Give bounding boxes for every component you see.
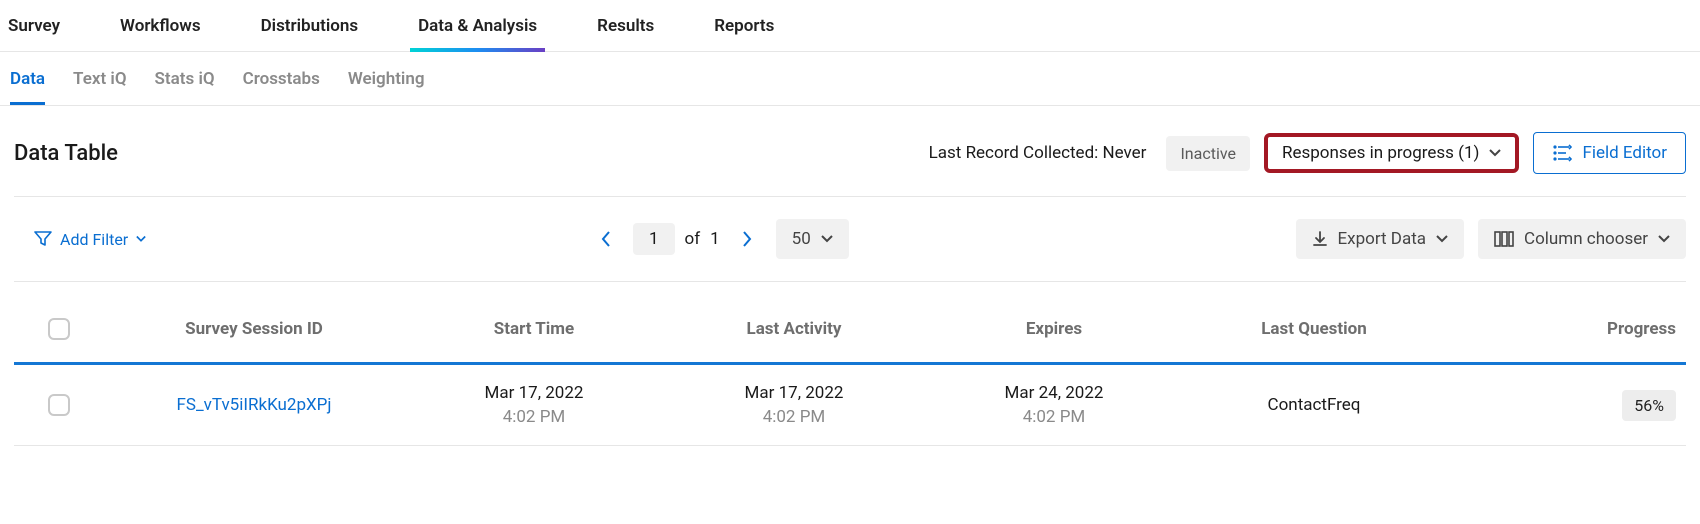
page-current-input[interactable]: 1 — [633, 223, 675, 255]
chevron-down-icon — [136, 234, 146, 244]
chevron-down-icon — [1436, 233, 1448, 245]
responses-label: Responses in progress (1) — [1282, 143, 1479, 163]
topnav-item-distributions[interactable]: Distributions — [261, 0, 359, 51]
subnav-item-text-iq[interactable]: Text iQ — [73, 52, 127, 105]
row-checkbox[interactable] — [48, 394, 70, 416]
session-id-link[interactable]: FS_vTv5iIRkKu2pXPj — [104, 395, 404, 415]
chevron-down-icon — [821, 233, 833, 245]
expires-date: Mar 24, 2022 — [924, 383, 1184, 403]
status-badge-inactive: Inactive — [1166, 136, 1250, 171]
start-time-cell: Mar 17, 2022 4:02 PM — [404, 383, 664, 427]
pager-display: 1 of 1 — [633, 223, 720, 255]
subnav-item-weighting[interactable]: Weighting — [348, 52, 425, 105]
last-activity-cell: Mar 17, 2022 4:02 PM — [664, 383, 924, 427]
topnav-item-data-analysis[interactable]: Data & Analysis — [418, 0, 537, 51]
chevron-down-icon — [1489, 147, 1501, 159]
field-editor-label: Field Editor — [1582, 143, 1667, 163]
pager-next-button[interactable] — [734, 224, 760, 254]
page-title: Data Table — [14, 141, 915, 166]
column-header-expires[interactable]: Expires — [924, 319, 1184, 339]
page-total: 1 — [710, 229, 720, 249]
subnav-item-data[interactable]: Data — [10, 52, 45, 105]
select-all-checkbox[interactable] — [48, 318, 70, 340]
topnav-item-reports[interactable]: Reports — [714, 0, 774, 51]
download-icon — [1312, 231, 1328, 247]
progress-cell: 56% — [1444, 390, 1686, 421]
column-header-last-activity[interactable]: Last Activity — [664, 319, 924, 339]
page-size-dropdown[interactable]: 50 — [776, 219, 849, 259]
last-question-cell: ContactFreq — [1184, 395, 1444, 415]
start-hour: 4:02 PM — [404, 407, 664, 427]
last-record-collected: Last Record Collected: Never — [929, 143, 1147, 163]
add-filter-label: Add Filter — [60, 230, 128, 249]
header-row: Data Table Last Record Collected: Never … — [0, 106, 1700, 196]
column-header-last-question[interactable]: Last Question — [1184, 319, 1444, 339]
last-record-value: Never — [1103, 143, 1147, 163]
column-header-start-time[interactable]: Start Time — [404, 319, 664, 339]
table-row: FS_vTv5iIRkKu2pXPj Mar 17, 2022 4:02 PM … — [14, 365, 1686, 446]
export-data-dropdown[interactable]: Export Data — [1296, 219, 1465, 259]
top-nav: Survey Workflows Distributions Data & An… — [0, 0, 1700, 52]
column-chooser-dropdown[interactable]: Column chooser — [1478, 219, 1686, 259]
field-editor-button[interactable]: Field Editor — [1533, 132, 1686, 174]
start-date: Mar 17, 2022 — [404, 383, 664, 403]
data-table: Survey Session ID Start Time Last Activi… — [14, 282, 1686, 446]
funnel-icon — [34, 230, 52, 248]
toolbar: Add Filter 1 of 1 50 Export Data Column … — [0, 197, 1700, 281]
page-size-value: 50 — [792, 229, 811, 249]
field-editor-icon — [1552, 144, 1572, 162]
topnav-item-results[interactable]: Results — [597, 0, 654, 51]
chevron-down-icon — [1658, 233, 1670, 245]
columns-icon — [1494, 231, 1514, 247]
subnav-item-crosstabs[interactable]: Crosstabs — [243, 52, 320, 105]
export-data-label: Export Data — [1338, 229, 1427, 249]
column-header-progress[interactable]: Progress — [1444, 319, 1686, 339]
topnav-item-survey[interactable]: Survey — [8, 0, 60, 51]
pager: 1 of 1 — [593, 223, 760, 255]
progress-badge: 56% — [1622, 390, 1676, 421]
add-filter-button[interactable]: Add Filter — [34, 230, 146, 249]
expires-hour: 4:02 PM — [924, 407, 1184, 427]
table-header: Survey Session ID Start Time Last Activi… — [14, 282, 1686, 365]
last-activity-date: Mar 17, 2022 — [664, 383, 924, 403]
column-header-session-id[interactable]: Survey Session ID — [104, 319, 404, 339]
last-activity-hour: 4:02 PM — [664, 407, 924, 427]
topnav-item-workflows[interactable]: Workflows — [120, 0, 201, 51]
pager-prev-button[interactable] — [593, 224, 619, 254]
expires-cell: Mar 24, 2022 4:02 PM — [924, 383, 1184, 427]
last-record-label: Last Record Collected: — [929, 143, 1099, 163]
page-of-label: of — [685, 229, 701, 249]
responses-in-progress-dropdown[interactable]: Responses in progress (1) — [1264, 133, 1519, 173]
sub-nav: Data Text iQ Stats iQ Crosstabs Weightin… — [0, 52, 1700, 106]
subnav-item-stats-iq[interactable]: Stats iQ — [155, 52, 215, 105]
column-chooser-label: Column chooser — [1524, 229, 1648, 249]
